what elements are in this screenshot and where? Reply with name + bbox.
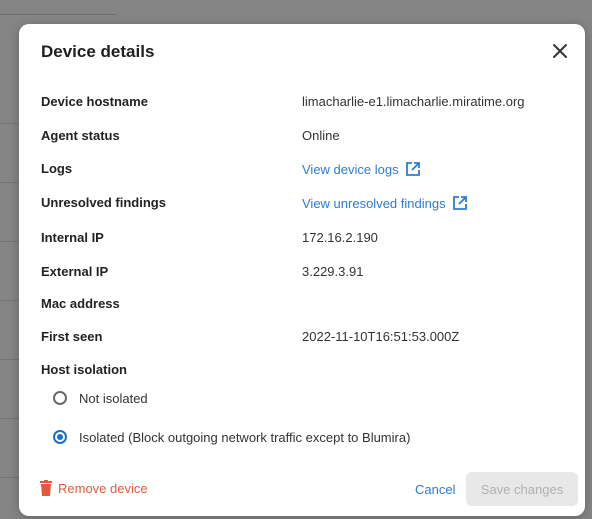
agent-status-value: Online xyxy=(302,128,340,143)
external-link-icon xyxy=(452,196,467,210)
field-label: External IP xyxy=(41,264,109,279)
field-label: Mac address xyxy=(41,296,120,311)
link-text: View unresolved findings xyxy=(302,196,446,211)
field-mac-address: Mac address xyxy=(41,296,561,316)
cancel-button[interactable]: Cancel xyxy=(415,482,455,497)
radio-label: Isolated (Block outgoing network traffic… xyxy=(79,429,411,445)
field-logs: Logs View device logs xyxy=(41,161,561,181)
link-text: View device logs xyxy=(302,162,399,177)
background-tab xyxy=(0,0,116,15)
field-label: Agent status xyxy=(41,128,120,143)
trash-icon xyxy=(40,480,52,496)
field-first-seen: First seen 2022-11-10T16:51:53.000Z xyxy=(41,329,561,349)
dialog-title: Device details xyxy=(41,42,155,61)
field-external-ip: External IP 3.229.3.91 xyxy=(41,264,561,284)
field-unresolved-findings: Unresolved findings View unresolved find… xyxy=(41,195,561,215)
close-button[interactable] xyxy=(549,40,571,62)
radio-not-isolated[interactable]: Not isolated xyxy=(53,388,148,408)
device-details-dialog: Device details Device hostname limacharl… xyxy=(19,24,585,516)
host-isolation-label: Host isolation xyxy=(41,362,127,377)
field-label: Logs xyxy=(41,161,73,176)
first-seen-value: 2022-11-10T16:51:53.000Z xyxy=(302,329,460,344)
field-label: Internal IP xyxy=(41,230,104,245)
remove-device-button[interactable]: Remove device xyxy=(40,480,148,496)
radio-button[interactable] xyxy=(53,391,67,405)
external-ip-value: 3.229.3.91 xyxy=(302,264,364,279)
field-device-hostname: Device hostname limacharlie-e1.limacharl… xyxy=(41,94,561,114)
close-icon xyxy=(553,44,567,58)
radio-button-selected[interactable] xyxy=(53,430,67,444)
field-label: First seen xyxy=(41,329,103,344)
field-internal-ip: Internal IP 172.16.2.190 xyxy=(41,230,561,250)
field-host-isolation: Host isolation xyxy=(41,362,561,382)
field-label: Device hostname xyxy=(41,94,148,109)
internal-ip-value: 172.16.2.190 xyxy=(302,230,378,245)
external-link-icon xyxy=(405,162,420,176)
field-label: Unresolved findings xyxy=(41,195,166,210)
radio-isolated[interactable]: Isolated (Block outgoing network traffic… xyxy=(53,427,410,447)
remove-device-label: Remove device xyxy=(58,480,148,496)
view-device-logs-link[interactable]: View device logs xyxy=(302,161,421,177)
view-unresolved-findings-link[interactable]: View unresolved findings xyxy=(302,195,468,211)
radio-label: Not isolated xyxy=(79,390,148,406)
save-changes-button[interactable]: Save changes xyxy=(466,472,578,506)
device-hostname-value: limacharlie-e1.limacharlie.miratime.org xyxy=(302,94,525,109)
field-agent-status: Agent status Online xyxy=(41,128,561,148)
